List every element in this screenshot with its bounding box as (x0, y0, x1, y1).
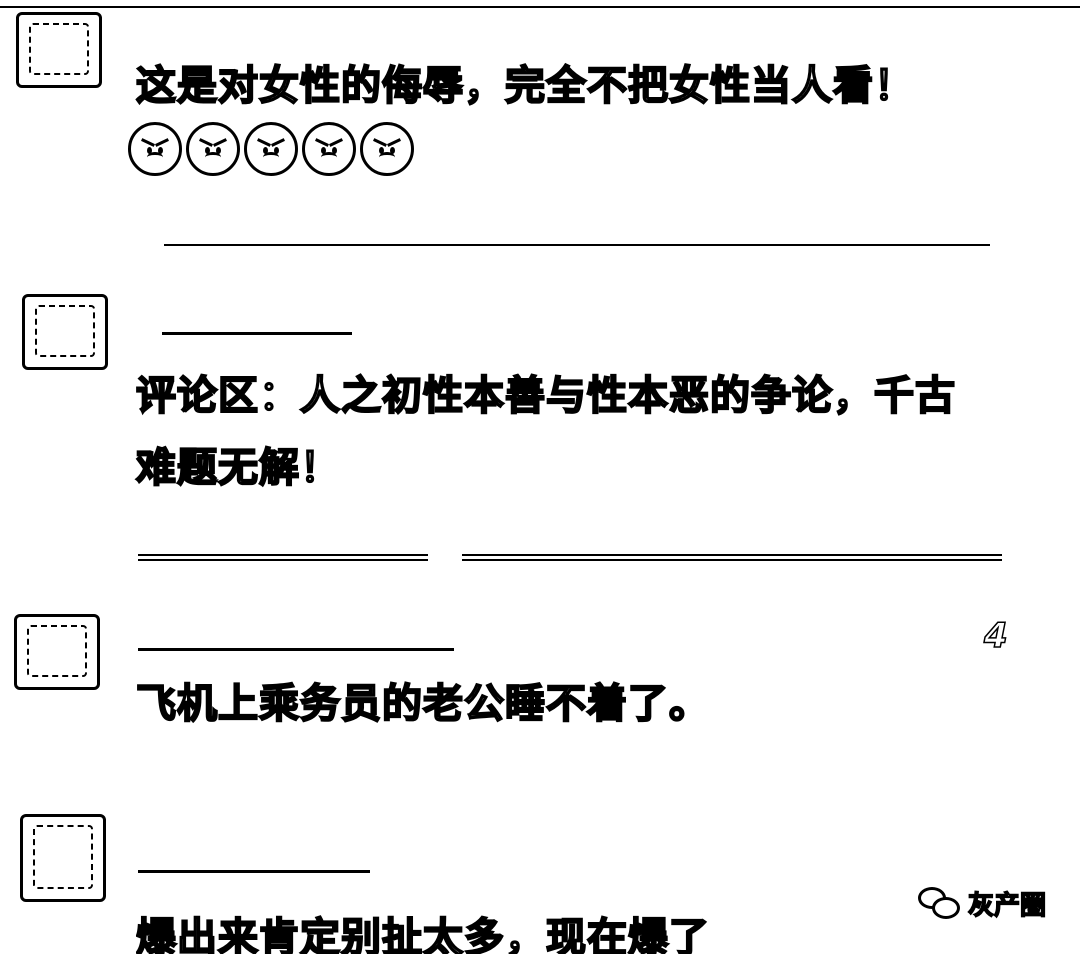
comment-4: 爆出来肯定别扯太多，现在爆了 (0, 800, 1080, 954)
comment-text: 这是对女性的侮辱，完全不把女性当人看！ (135, 62, 915, 110)
comment-1: 这是对女性的侮辱，完全不把女性当人看！ (0, 0, 1080, 230)
comment-text-line1: 评论区：人之初性本善与性本恶的争论，千古 (135, 372, 956, 420)
comment-divider (164, 244, 990, 246)
watermark-label: 灰产圈 (967, 890, 1047, 922)
comment-meta (138, 302, 498, 342)
angry-face-icon (244, 122, 298, 176)
comment-2: 评论区：人之初性本善与性本恶的争论，千古 难题无解！ (0, 280, 1080, 530)
watermark: 灰产圈 (917, 878, 1047, 928)
comment-meta: 4 (138, 616, 1018, 658)
avatar[interactable] (20, 814, 106, 902)
comment-text: 爆出来肯定别扯太多，现在爆了 (136, 914, 710, 954)
username-blurred[interactable] (138, 618, 454, 651)
avatar[interactable] (14, 614, 100, 690)
angry-face-icon (302, 122, 356, 176)
comment-divider (462, 554, 1002, 561)
comment-meta (138, 840, 378, 880)
angry-face-icon (360, 122, 414, 176)
username-blurred[interactable] (162, 302, 352, 335)
angry-face-icon (128, 122, 182, 176)
avatar[interactable] (16, 12, 102, 88)
angry-face-icon (186, 122, 240, 176)
avatar[interactable] (22, 294, 108, 370)
comment-3: 4 飞机上乘务员的老公睡不着了。 (0, 600, 1080, 760)
comment-text: 飞机上乘务员的老公睡不着了。 (135, 680, 710, 728)
comment-text-line2: 难题无解！ (135, 444, 341, 492)
wechat-icon (917, 883, 962, 923)
username-blurred[interactable] (138, 840, 370, 873)
comment-divider (138, 554, 428, 561)
reaction-row (128, 122, 414, 176)
like-count: 4 (983, 616, 1008, 656)
